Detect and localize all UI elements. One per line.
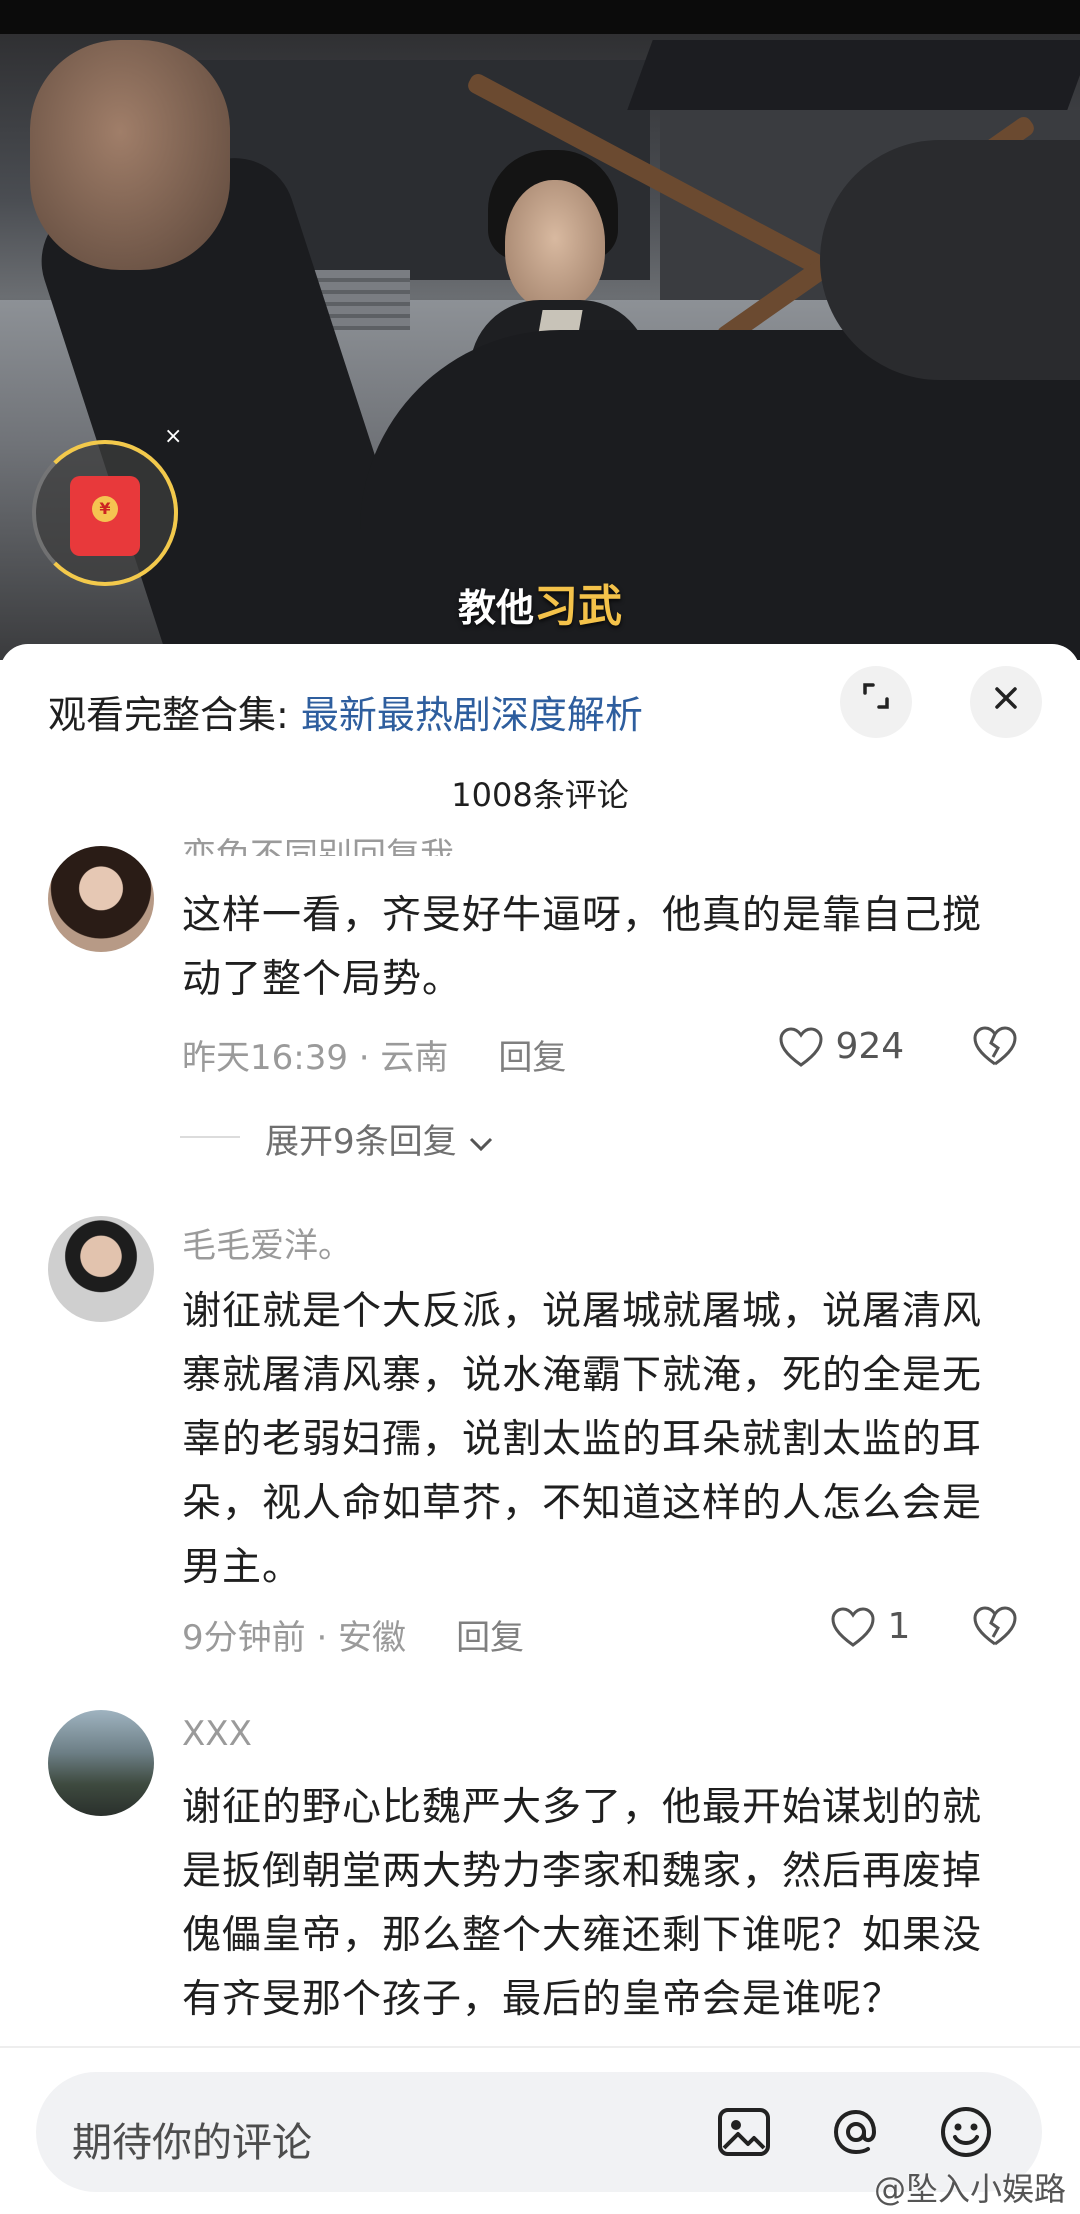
red-packet-button[interactable]: ¥	[32, 440, 178, 586]
comment-text: 这样一看，齐旻好牛逼呀，他真的是靠自己搅动了整个局势。	[182, 893, 983, 1002]
comment-meta: 9分钟前 · 安徽 回复	[182, 1610, 524, 1659]
avatar[interactable]	[48, 1216, 154, 1322]
comment-username[interactable]: 毛毛爱洋。	[182, 1218, 352, 1267]
comment-input-placeholder: 期待你的评论	[72, 2120, 312, 2166]
foreground-hand	[30, 40, 230, 270]
video-player[interactable]: 教他习武 ¥ ×	[0, 0, 1080, 660]
like-count: 1	[887, 1606, 911, 1647]
image-icon[interactable]	[714, 2102, 774, 2162]
coin-icon: ¥	[92, 496, 118, 522]
dislike-button[interactable]	[972, 1606, 1018, 1648]
reply-button[interactable]: 回复	[456, 1618, 524, 1658]
expand-replies-button[interactable]: 展开9条回复	[265, 1114, 495, 1163]
status-bar	[0, 0, 1080, 34]
comment-text: 谢征就是个大反派，说屠城就屠城，说屠清风寨就屠清风寨，说水淹霸下就淹，死的全是无…	[182, 1289, 983, 1590]
swordsman-face	[505, 180, 605, 310]
dislike-button[interactable]	[972, 1026, 1018, 1068]
at-icon[interactable]	[826, 2102, 886, 2162]
broken-heart-icon	[973, 1606, 1017, 1646]
comment-item: XXX 谢征的野心比魏严大多了，他最开始谋划的就是扳倒朝堂两大势力李家和魏家，然…	[0, 1710, 1080, 2046]
comment-meta: 昨天16:39 · 云南 回复	[182, 1030, 566, 1079]
reply-button[interactable]: 回复	[498, 1038, 566, 1078]
comment-count: 1008条评论	[451, 776, 629, 814]
expand-divider	[180, 1136, 240, 1138]
like-button[interactable]: 924	[778, 1026, 904, 1069]
heart-icon	[831, 1607, 875, 1647]
close-icon	[995, 687, 1017, 709]
like-button[interactable]: 1	[830, 1606, 910, 1649]
foreground-arm-right	[820, 140, 1080, 380]
emoji-icon[interactable]	[936, 2102, 996, 2162]
close-button[interactable]	[970, 666, 1042, 738]
watermark: @坠入小娱路	[873, 2170, 1066, 2208]
avatar[interactable]	[48, 846, 154, 952]
comment-username[interactable]: XXX	[182, 1714, 252, 1754]
comment-username[interactable]: 恋兔不同别回复我	[182, 828, 454, 856]
comment-text: 谢征的野心比魏严大多了，他最开始谋划的就是扳倒朝堂两大势力李家和魏家，然后再废掉…	[182, 1785, 983, 2022]
expand-replies-label: 展开9条回复	[265, 1122, 457, 1162]
avatar[interactable]	[48, 1710, 154, 1816]
chevron-down-icon	[470, 1137, 493, 1151]
expand-button[interactable]	[840, 666, 912, 738]
collection-header-label: 观看完整合集:	[48, 693, 301, 737]
broken-heart-icon	[973, 1026, 1017, 1066]
like-count: 924	[835, 1026, 905, 1067]
subtitle-text: 教他	[457, 586, 534, 630]
expand-icon	[863, 683, 889, 709]
collection-link[interactable]: 最新最热剧深度解析	[301, 693, 643, 737]
video-subtitle: 教他习武	[0, 570, 1080, 634]
subtitle-highlight: 习武	[534, 581, 622, 632]
input-divider	[0, 2046, 1080, 2048]
comment-time-location: 昨天16:39 · 云南	[182, 1038, 449, 1078]
background-roof	[627, 40, 1080, 110]
red-packet-close-icon[interactable]: ×	[164, 424, 182, 449]
collection-header[interactable]: 观看完整合集: 最新最热剧深度解析	[48, 684, 643, 739]
comment-time-location: 9分钟前 · 安徽	[182, 1618, 407, 1658]
heart-icon	[779, 1027, 823, 1067]
